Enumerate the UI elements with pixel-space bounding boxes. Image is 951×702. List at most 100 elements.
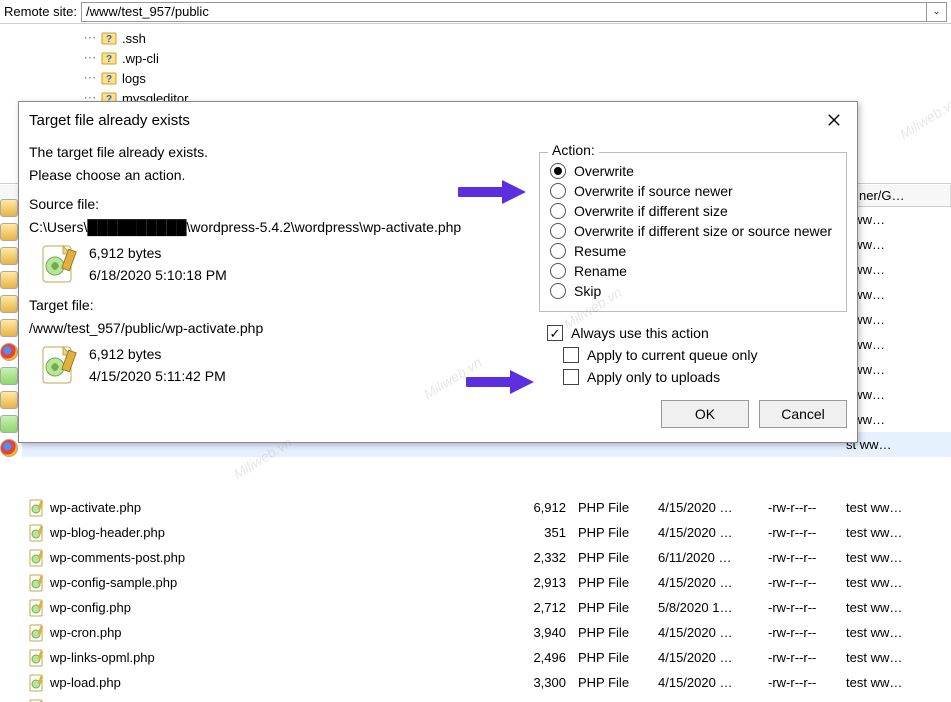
target-file-date: 4/15/2020 5:11:42 PM [89, 367, 226, 387]
file-date-cell: 6/11/2020 … [652, 550, 762, 565]
file-permissions-cell: -rw-r--r-- [762, 675, 840, 690]
tree-item-label: .ssh [122, 31, 146, 46]
radio-label: Skip [574, 283, 601, 299]
file-size-cell: 2,913 [502, 575, 572, 590]
checkbox-current-queue[interactable]: Apply to current queue only [543, 344, 847, 366]
app-icon [0, 415, 18, 433]
folder-icon [0, 199, 18, 217]
radio-overwrite[interactable]: Overwrite [550, 161, 836, 181]
chrome-icon [0, 439, 18, 457]
file-type-cell: PHP File [572, 500, 652, 515]
table-row[interactable]: wp-load.php 3,300 PHP File 4/15/2020 … -… [22, 670, 951, 695]
file-date-cell: 4/15/2020 … [652, 525, 762, 540]
cancel-button[interactable]: Cancel [759, 400, 847, 428]
file-name-cell: wp-activate.php [50, 500, 141, 515]
table-row[interactable]: wp-activate.php 6,912 PHP File 4/15/2020… [22, 495, 951, 520]
checkbox-icon [563, 369, 579, 385]
source-file-size: 6,912 bytes [89, 244, 227, 264]
file-name-cell: wp-config.php [50, 600, 131, 615]
radio-rename[interactable]: Rename [550, 261, 836, 281]
checkbox-uploads-only[interactable]: Apply only to uploads [543, 366, 847, 388]
table-row[interactable]: wp-comments-post.php 2,332 PHP File 6/11… [22, 545, 951, 570]
close-button[interactable] [819, 108, 849, 132]
tree-item[interactable]: ⋯ ? .ssh [2, 28, 949, 48]
checkbox-icon [547, 325, 563, 341]
table-row[interactable]: wp-config.php 2,712 PHP File 5/8/2020 1…… [22, 595, 951, 620]
file-permissions-cell: -rw-r--r-- [762, 650, 840, 665]
tree-item[interactable]: ⋯ ? .wp-cli [2, 48, 949, 68]
svg-text:?: ? [106, 74, 112, 85]
php-file-icon [28, 599, 46, 617]
file-type-cell: PHP File [572, 600, 652, 615]
folder-icon [0, 223, 18, 241]
file-size-cell: 3,300 [502, 675, 572, 690]
radio-skip[interactable]: Skip [550, 281, 836, 301]
folder-icon [0, 247, 18, 265]
file-owner-cell: test ww… [840, 600, 951, 615]
file-name-cell: wp-comments-post.php [50, 550, 185, 565]
app-icon [0, 367, 18, 385]
file-size-cell: 351 [502, 525, 572, 540]
radio-overwrite-diffsize[interactable]: Overwrite if different size [550, 201, 836, 221]
file-type-cell: PHP File [572, 650, 652, 665]
checkbox-always-use[interactable]: Always use this action [543, 322, 847, 344]
remote-path-input[interactable] [81, 2, 927, 22]
radio-icon [550, 183, 566, 199]
chrome-icon [0, 343, 18, 361]
file-permissions-cell: -rw-r--r-- [762, 625, 840, 640]
file-permissions-cell: -rw-r--r-- [762, 575, 840, 590]
question-folder-icon: ? [100, 69, 118, 87]
remote-site-label: Remote site: [4, 4, 77, 19]
tree-dotted-line: ⋯ [80, 50, 100, 66]
radio-label: Overwrite if different size [574, 203, 728, 219]
file-owner-cell: test ww… [840, 500, 951, 515]
radio-resume[interactable]: Resume [550, 241, 836, 261]
source-file-date: 6/18/2020 5:10:18 PM [89, 266, 227, 286]
tree-item[interactable]: ⋯ ? logs [2, 68, 949, 88]
radio-icon [550, 223, 566, 239]
file-owner-cell: test ww… [840, 550, 951, 565]
radio-icon [550, 203, 566, 219]
dialog-title: Target file already exists [29, 112, 190, 129]
file-size-cell: 2,496 [502, 650, 572, 665]
file-name-cell: wp-links-opml.php [50, 650, 155, 665]
file-name-cell: wp-blog-header.php [50, 525, 165, 540]
file-owner-cell: test ww… [840, 675, 951, 690]
svg-text:?: ? [106, 54, 112, 65]
ok-button[interactable]: OK [661, 400, 749, 428]
target-file-path: /www/test_957/public/wp-activate.php [29, 318, 529, 339]
php-file-icon [28, 624, 46, 642]
file-type-cell: PHP File [572, 575, 652, 590]
file-type-cell: PHP File [572, 550, 652, 565]
php-file-icon [28, 699, 46, 702]
radio-label: Resume [574, 243, 626, 259]
taskbar-icons-strip [0, 185, 20, 702]
file-name-cell: wp-load.php [50, 675, 121, 690]
folder-icon [0, 391, 18, 409]
php-file-icon [28, 674, 46, 692]
table-row[interactable]: wp-blog-header.php 351 PHP File 4/15/202… [22, 520, 951, 545]
file-owner-cell: test ww… [840, 575, 951, 590]
file-type-cell: PHP File [572, 525, 652, 540]
checkbox-label: Apply to current queue only [587, 347, 757, 363]
table-row[interactable]: wp-login.php 47,874 PHP File 4/15/2020 …… [22, 695, 951, 702]
file-permissions-cell: -rw-r--r-- [762, 500, 840, 515]
radio-overwrite-newer[interactable]: Overwrite if source newer [550, 181, 836, 201]
remote-path-dropdown-button[interactable]: ⌄ [927, 2, 947, 22]
file-rows: wp-activate.php 6,912 PHP File 4/15/2020… [0, 495, 951, 702]
radio-overwrite-diffsize-newer[interactable]: Overwrite if different size or source ne… [550, 221, 836, 241]
table-row[interactable]: wp-cron.php 3,940 PHP File 4/15/2020 … -… [22, 620, 951, 645]
target-file-label: Target file: [29, 295, 529, 316]
file-owner-cell: test ww… [840, 650, 951, 665]
php-file-icon [28, 549, 46, 567]
radio-icon [550, 283, 566, 299]
tree-dotted-line: ⋯ [80, 30, 100, 46]
source-file-path: C:\Users\██████████\wordpress-5.4.2\word… [29, 217, 529, 238]
table-row[interactable]: wp-links-opml.php 2,496 PHP File 4/15/20… [22, 645, 951, 670]
table-row[interactable]: wp-config-sample.php 2,913 PHP File 4/15… [22, 570, 951, 595]
file-date-cell: 4/15/2020 … [652, 575, 762, 590]
tree-dotted-line: ⋯ [80, 70, 100, 86]
radio-icon [550, 263, 566, 279]
question-folder-icon: ? [100, 29, 118, 47]
file-owner-cell: test ww… [840, 625, 951, 640]
